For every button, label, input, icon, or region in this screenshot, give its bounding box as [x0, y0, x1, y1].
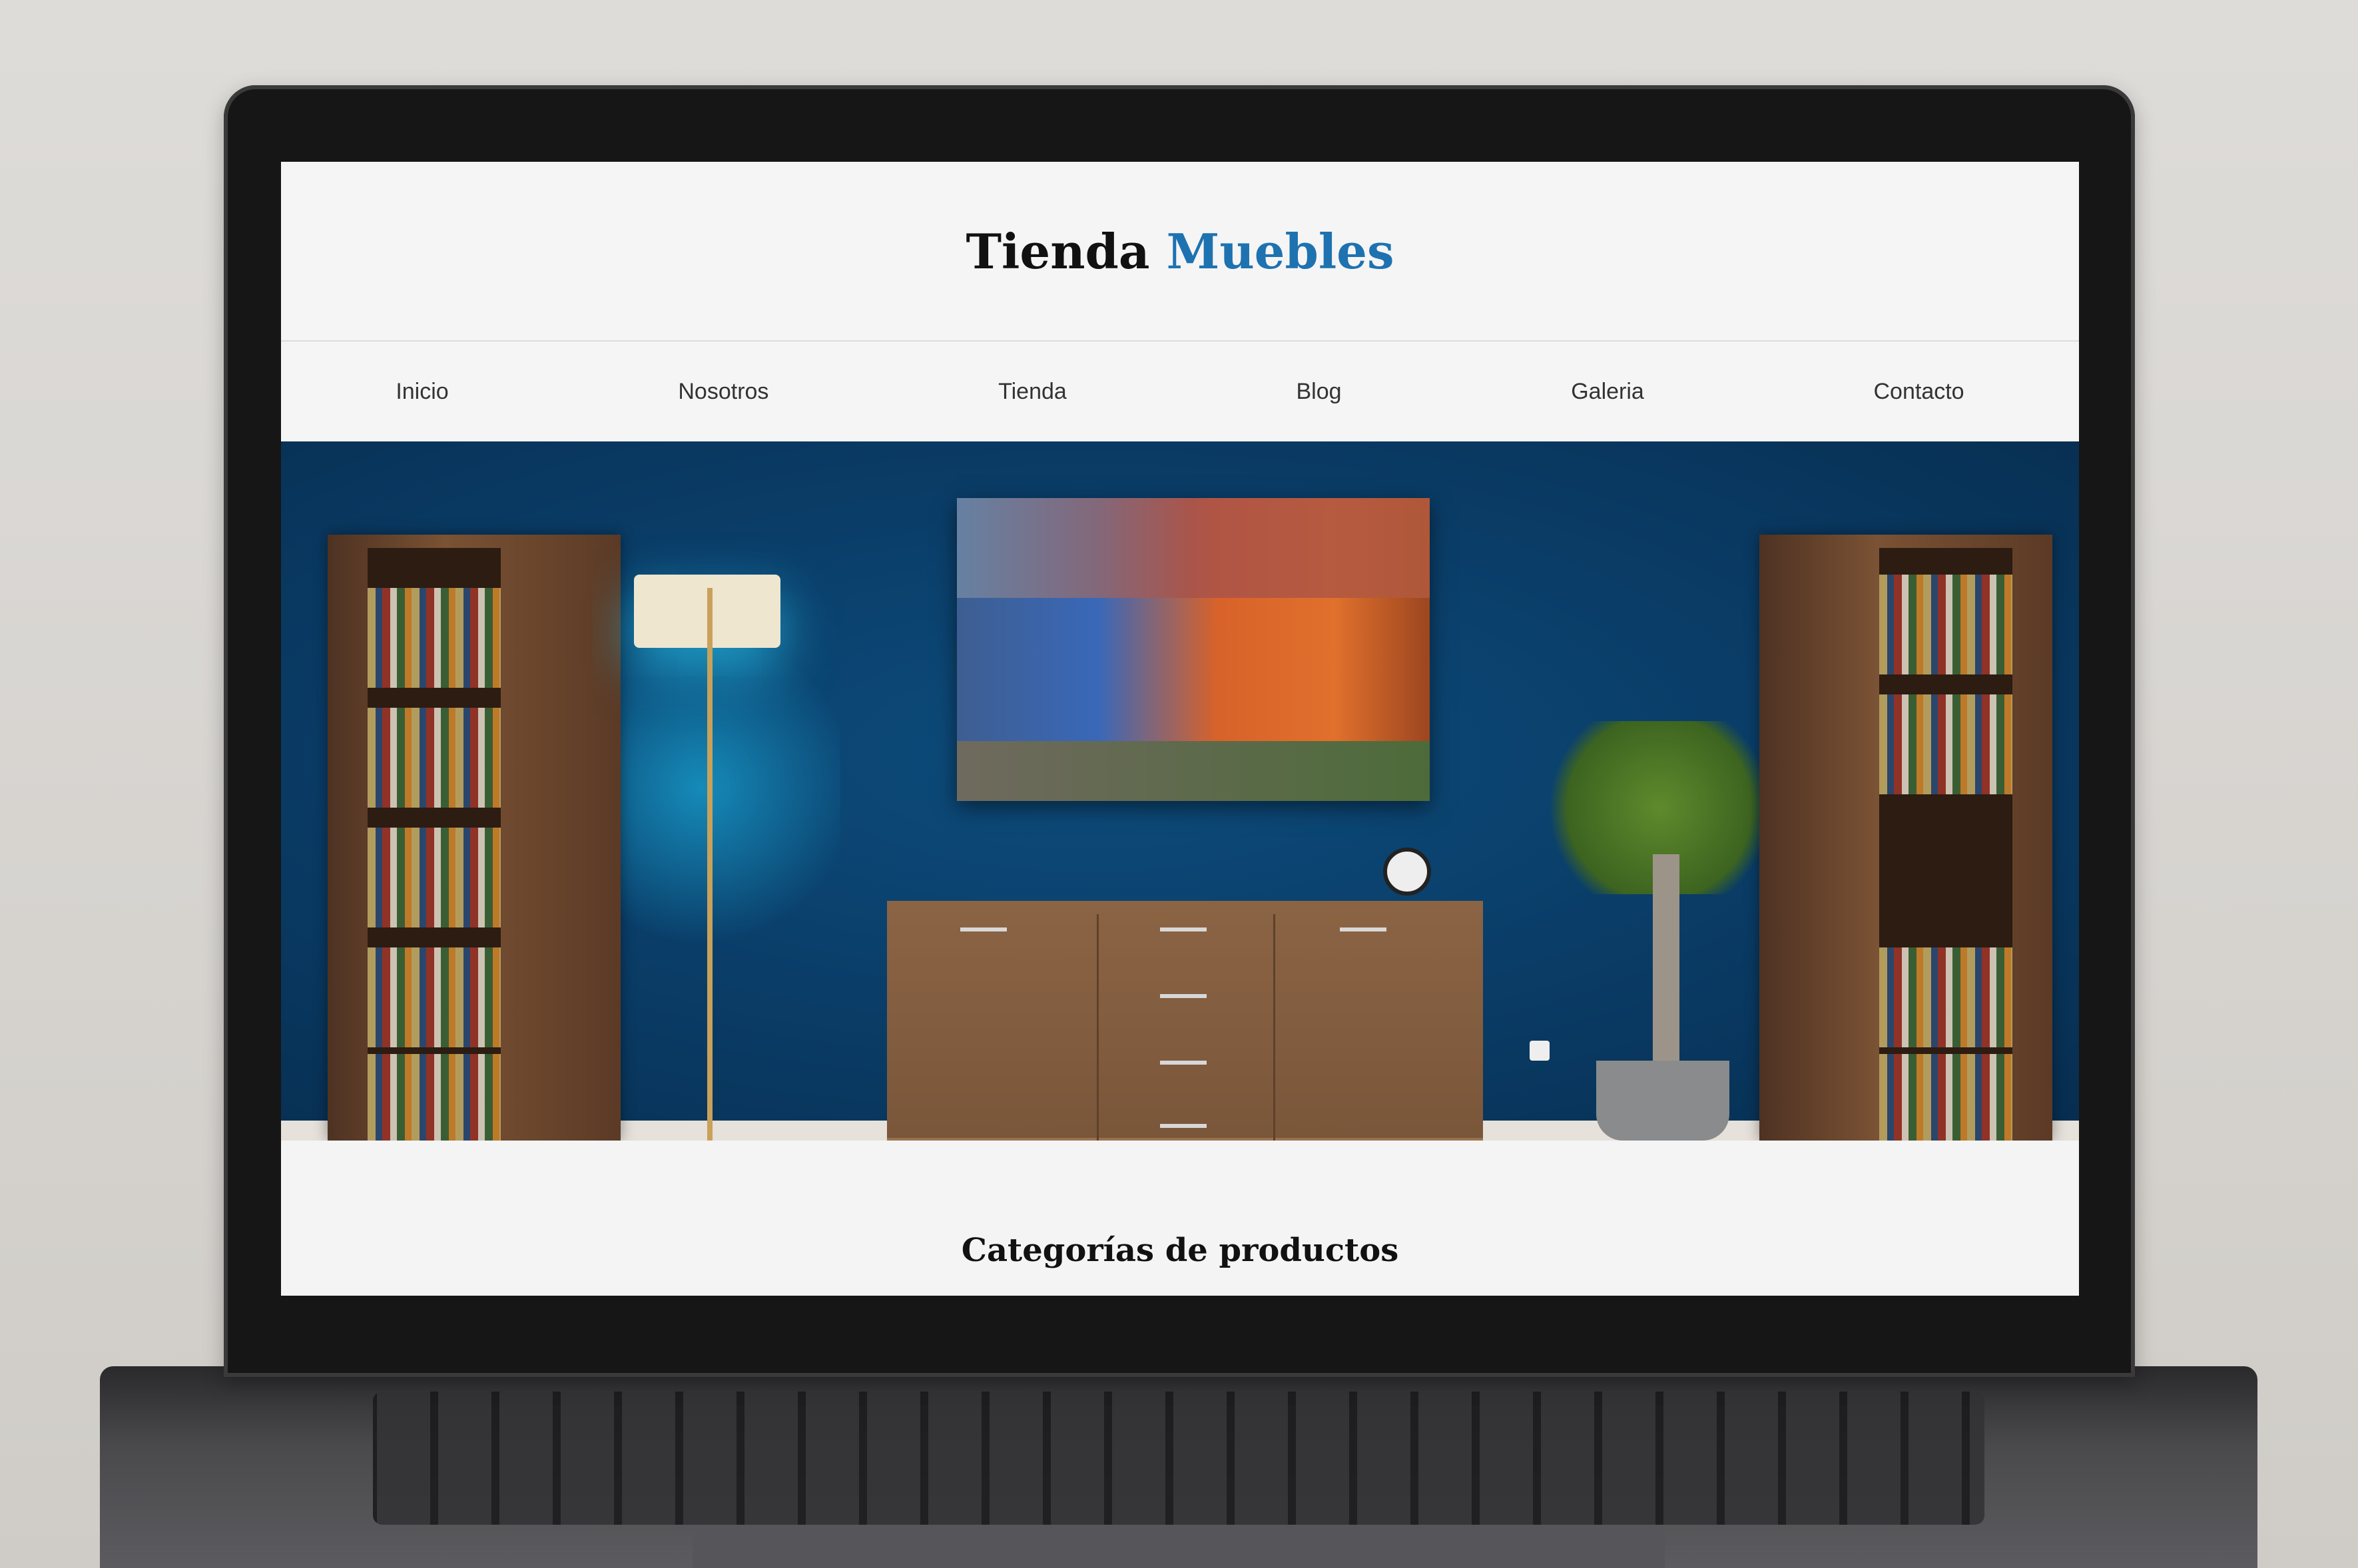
logo-text-primary: Tienda — [966, 222, 1150, 280]
nav-item-galeria[interactable]: Galeria — [1558, 372, 1657, 411]
main-nav: Inicio Nosotros Tienda Blog Galeria Cont… — [281, 342, 2079, 441]
bookshelf-left — [328, 535, 621, 1141]
hero-banner-image — [281, 441, 2079, 1141]
nav-item-blog[interactable]: Blog — [1283, 372, 1354, 411]
nav-item-contacto[interactable]: Contacto — [1861, 372, 1978, 411]
logo-text-accent: Muebles — [1166, 222, 1394, 280]
wall-outlet — [1530, 1041, 1550, 1061]
bonsai-trunk — [1653, 854, 1679, 1067]
floor-lamp-pole — [707, 588, 713, 1141]
site-logo[interactable]: Tienda Muebles — [966, 223, 1394, 280]
laptop-trackpad — [693, 1531, 1665, 1568]
alarm-clock — [1383, 848, 1431, 896]
dresser — [887, 901, 1483, 1141]
bookshelf-right — [1759, 535, 2052, 1141]
laptop-screen: Tienda Muebles Inicio Nosotros Tienda Bl… — [281, 162, 2079, 1296]
nav-item-nosotros[interactable]: Nosotros — [665, 372, 782, 411]
plant-pot — [1596, 1061, 1729, 1141]
site-header: Tienda Muebles — [281, 162, 2079, 342]
nav-item-inicio[interactable]: Inicio — [382, 372, 461, 411]
categories-heading: Categorías de productos — [281, 1141, 2079, 1296]
laptop-keyboard — [373, 1392, 1984, 1525]
wall-painting — [957, 498, 1430, 801]
nav-item-tienda[interactable]: Tienda — [985, 372, 1080, 411]
